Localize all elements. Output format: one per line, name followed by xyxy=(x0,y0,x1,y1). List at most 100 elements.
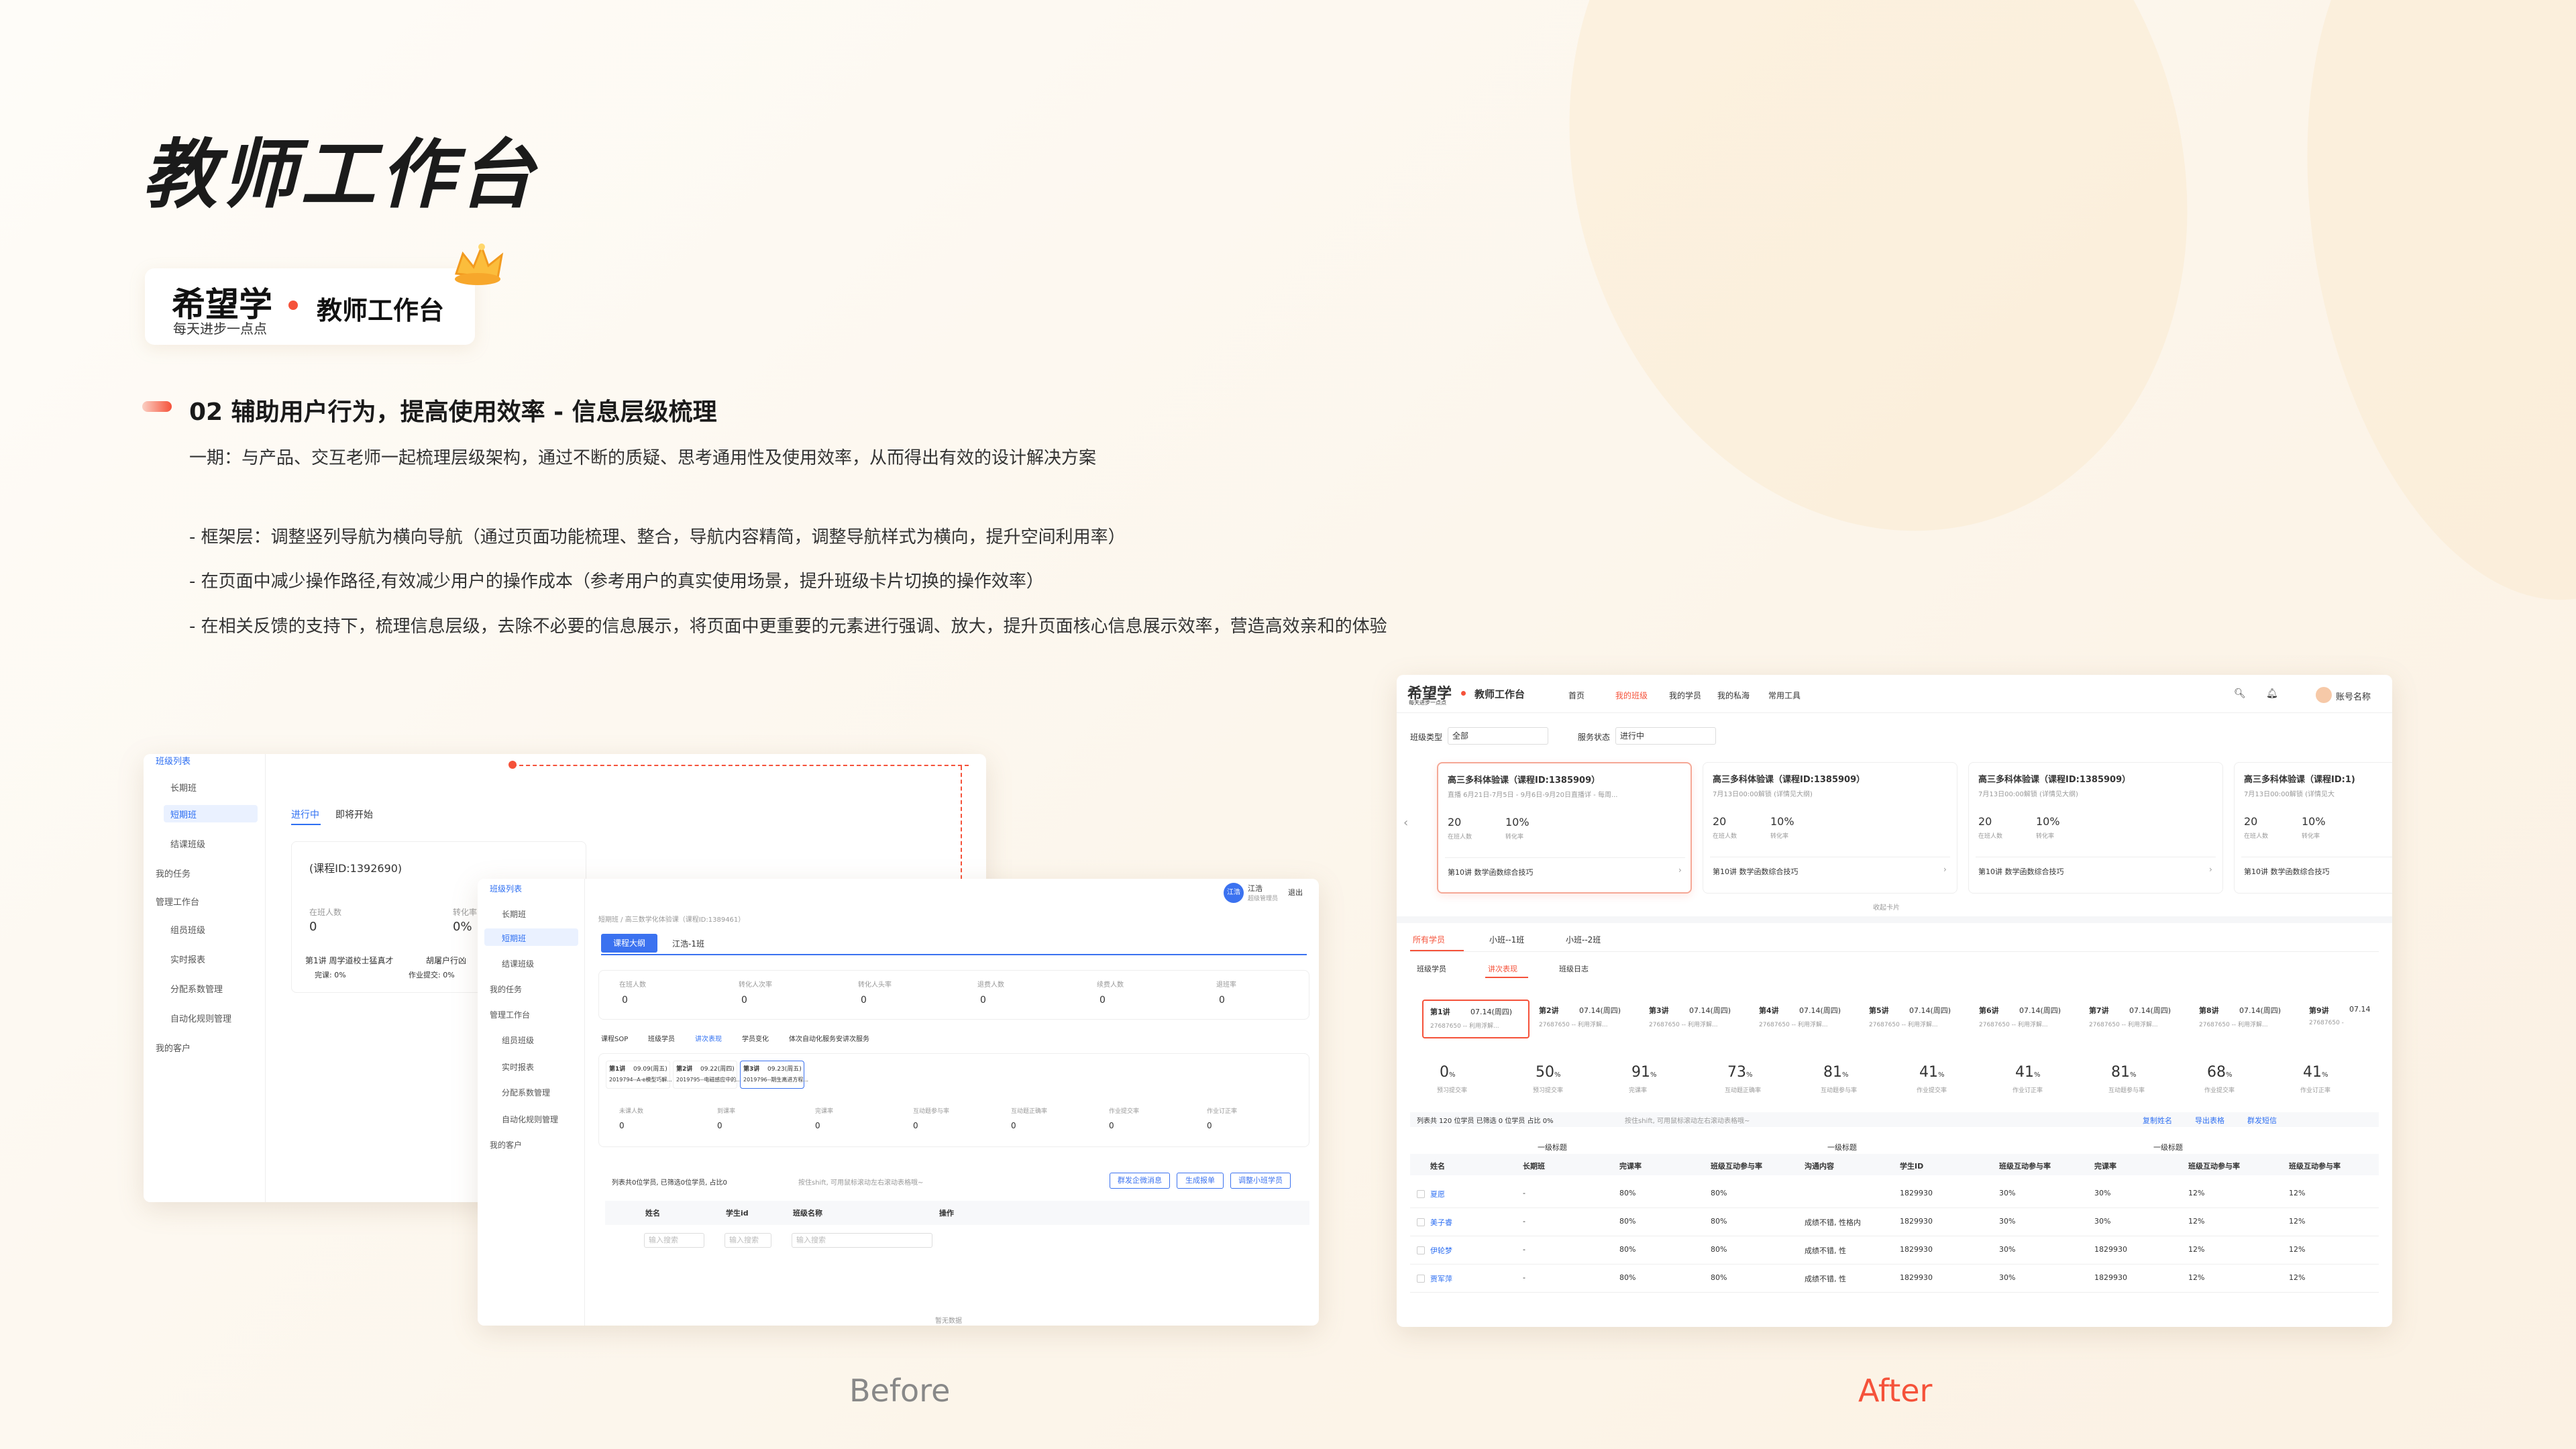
service-status-select[interactable]: 进行中 xyxy=(1615,727,1716,745)
nav-group-class[interactable]: 组员班级 xyxy=(170,923,205,936)
nav-ended-class[interactable]: 结课班级 xyxy=(502,958,534,969)
row-checkbox[interactable] xyxy=(1417,1218,1425,1226)
nav-item[interactable]: 首页 xyxy=(1568,690,1585,701)
nav-auto[interactable]: 自动化规则管理 xyxy=(502,1114,558,1125)
class-card[interactable]: 高三多科体验课（课程ID:1385909） 直播 6月21日-7月5日 - 9月… xyxy=(1437,762,1692,894)
chevron-right-icon[interactable]: › xyxy=(1943,865,1947,874)
sub-tab[interactable]: 班级日志 xyxy=(1559,963,1589,974)
tab-class[interactable]: 江浩-1班 xyxy=(672,938,704,949)
tab-outline[interactable]: 课程大纲 xyxy=(601,934,657,953)
nav-auto[interactable]: 自动化规则管理 xyxy=(170,1012,231,1024)
table-column-header[interactable]: 姓名 xyxy=(1430,1161,1445,1171)
student-name[interactable]: 美子睿 xyxy=(1430,1217,1452,1228)
nav-item[interactable]: 我的学员 xyxy=(1669,690,1701,701)
search-input[interactable]: 输入搜索 xyxy=(792,1233,932,1248)
row-checkbox[interactable] xyxy=(1417,1275,1425,1283)
table-column-header[interactable]: 完课率 xyxy=(1619,1161,1642,1171)
lesson-item[interactable]: 第1讲 07.14(周四) 27687650 -- 利用浮解... xyxy=(1422,1000,1529,1038)
lesson-item[interactable]: 第6讲 07.14(周四) 27687650 -- 利用浮解... xyxy=(1972,1000,2080,1038)
search-input[interactable]: 输入搜索 xyxy=(644,1233,704,1248)
nav-my-tasks[interactable]: 我的任务 xyxy=(490,983,522,995)
avatar[interactable] xyxy=(2316,687,2332,703)
class-tab[interactable]: 小班--1班 xyxy=(1489,934,1524,945)
nav-long-class[interactable]: 长期班 xyxy=(170,781,197,794)
sub-tab[interactable]: 班级学员 xyxy=(1417,963,1446,974)
collapse-cards-button[interactable]: 收起卡片 xyxy=(1873,902,1900,912)
subtab-item[interactable]: 安讲次服务 xyxy=(836,1033,869,1043)
nav-my-tasks[interactable]: 我的任务 xyxy=(156,867,191,879)
nav-customers[interactable]: 我的客户 xyxy=(156,1041,191,1054)
account-name[interactable]: 账号名称 xyxy=(2336,690,2371,702)
student-name[interactable]: 夏愿 xyxy=(1430,1189,1445,1199)
lesson-item[interactable]: 第3讲 07.14(周四) 27687650 -- 利用浮解... xyxy=(1642,1000,1750,1038)
class-card[interactable]: 高三多科体验课（课程ID:1385909） 7月13日00:00解锁 (详情见大… xyxy=(1703,762,1957,894)
lesson-item[interactable]: 第7讲 07.14(周四) 27687650 -- 利用浮解... xyxy=(2082,1000,2190,1038)
bulk-sms-button[interactable]: 群发短信 xyxy=(2247,1115,2277,1126)
lesson-item[interactable]: 第5讲 07.14(周四) 27687650 -- 利用浮解... xyxy=(1862,1000,1970,1038)
lesson-item[interactable]: 第2讲 09.22(周四) 2019795--电磁感应中的... xyxy=(673,1061,741,1089)
lesson-item[interactable]: 第3讲 09.23(周五) 2019796--期生离进方程... xyxy=(740,1061,808,1089)
nav-coef[interactable]: 分配系数管理 xyxy=(170,982,223,995)
nav-item[interactable]: 我的私海 xyxy=(1717,690,1750,701)
nav-item[interactable]: 常用工具 xyxy=(1768,690,1801,701)
nav-customers[interactable]: 我的客户 xyxy=(490,1139,522,1150)
adjust-students-button[interactable]: 调整小班学员 xyxy=(1230,1173,1291,1189)
subtab-item[interactable]: 讲次表现 xyxy=(695,1033,722,1043)
bulk-message-button[interactable]: 群发企微消息 xyxy=(1110,1173,1170,1189)
nav-ended-class[interactable]: 结课班级 xyxy=(170,837,205,850)
lesson-item[interactable]: 第8讲 07.14(周四) 27687650 -- 利用浮解... xyxy=(2192,1000,2300,1038)
lesson-item[interactable]: 第2讲 07.14(周四) 27687650 -- 利用浮解... xyxy=(1532,1000,1640,1038)
lesson-item[interactable]: 第4讲 07.14(周四) 27687650 -- 利用浮解... xyxy=(1752,1000,1860,1038)
nav-class-list[interactable]: 班级列表 xyxy=(490,883,522,894)
class-tab[interactable]: 所有学员 xyxy=(1413,934,1445,945)
nav-realtime[interactable]: 实时报表 xyxy=(502,1061,534,1073)
subtab-item[interactable]: 学员变化 xyxy=(742,1033,769,1043)
search-input[interactable]: 输入搜索 xyxy=(724,1233,771,1248)
sub-tab[interactable]: 讲次表现 xyxy=(1488,963,1517,974)
nav-coef[interactable]: 分配系数管理 xyxy=(502,1087,550,1098)
nav-short-class[interactable]: 短期班 xyxy=(502,932,526,944)
table-column-header[interactable]: 学生ID xyxy=(1900,1161,1923,1171)
table-column-header[interactable]: 班级互动参与率 xyxy=(1999,1161,2051,1171)
col-student-id[interactable]: 学生id xyxy=(726,1208,749,1218)
class-type-select[interactable]: 全部 xyxy=(1448,727,1548,745)
nav-item[interactable]: 我的班级 xyxy=(1615,690,1648,701)
tab-ongoing[interactable]: 进行中 xyxy=(291,808,319,821)
row-checkbox[interactable] xyxy=(1417,1190,1425,1198)
chevron-right-icon[interactable]: › xyxy=(2209,865,2212,874)
nav-realtime[interactable]: 实时报表 xyxy=(170,953,205,965)
table-column-header[interactable]: 班级互动参与率 xyxy=(2289,1161,2341,1171)
student-name[interactable]: 伊轮梦 xyxy=(1430,1245,1452,1256)
nav-group-class[interactable]: 组员班级 xyxy=(502,1034,534,1046)
lesson-item[interactable]: 第9讲 07.14 27687650 - xyxy=(2302,1000,2392,1038)
table-column-header[interactable]: 沟通内容 xyxy=(1805,1161,1834,1171)
bell-icon[interactable]: 🔔︎ xyxy=(2266,688,2278,699)
subtab-item[interactable]: 体次自动化服务 xyxy=(789,1033,836,1043)
col-class-name[interactable]: 班级名称 xyxy=(793,1208,822,1218)
nav-manage[interactable]: 管理工作台 xyxy=(490,1009,530,1020)
table-column-header[interactable]: 完课率 xyxy=(2094,1161,2116,1171)
user-avatar[interactable]: 江浩 xyxy=(1224,883,1244,903)
lesson-item[interactable]: 第1讲 09.09(周五) 2019794--A-e模型巧解... xyxy=(606,1061,672,1089)
row-checkbox[interactable] xyxy=(1417,1246,1425,1254)
student-name[interactable]: 贾军萍 xyxy=(1430,1273,1452,1284)
class-tab[interactable]: 小班--2班 xyxy=(1566,934,1601,945)
nav-short-class[interactable]: 短期班 xyxy=(170,808,197,820)
table-column-header[interactable]: 班级互动参与率 xyxy=(2188,1161,2240,1171)
chevron-right-icon[interactable]: › xyxy=(1678,865,1682,875)
nav-long-class[interactable]: 长期班 xyxy=(502,908,526,920)
logout-link[interactable]: 退出 xyxy=(1288,887,1303,898)
tab-upcoming[interactable]: 即将开始 xyxy=(335,808,373,821)
nav-manage[interactable]: 管理工作台 xyxy=(156,895,199,908)
subtab-item[interactable]: 课程SOP xyxy=(601,1033,628,1043)
chevron-left-icon[interactable]: ‹ xyxy=(1403,816,1408,830)
class-card[interactable]: 高三多科体验课（课程ID:1) 7月13日00:00解锁 (详情见大 20 在班… xyxy=(2234,762,2392,894)
col-name[interactable]: 姓名 xyxy=(645,1208,660,1218)
subtab-item[interactable]: 班级学员 xyxy=(648,1033,675,1043)
generate-report-button[interactable]: 生成报单 xyxy=(1177,1173,1224,1189)
copy-names-button[interactable]: 复制姓名 xyxy=(2143,1115,2172,1126)
table-column-header[interactable]: 长期班 xyxy=(1523,1161,1545,1171)
table-column-header[interactable]: 班级互动参与率 xyxy=(1711,1161,1762,1171)
export-table-button[interactable]: 导出表格 xyxy=(2195,1115,2224,1126)
class-card[interactable]: 高三多科体验课（课程ID:1385909） 7月13日00:00解锁 (详情见大… xyxy=(1968,762,2223,894)
